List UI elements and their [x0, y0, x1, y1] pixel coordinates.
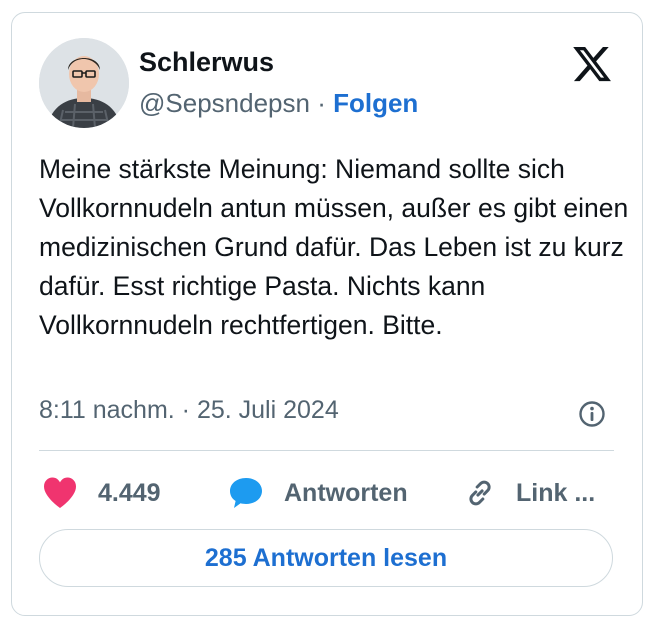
- copy-link-button[interactable]: Link ...: [462, 473, 595, 513]
- like-button[interactable]: 4.449: [42, 473, 161, 513]
- avatar-image: [39, 38, 129, 128]
- handle-separator: ·: [309, 88, 334, 118]
- follow-link[interactable]: Folgen: [333, 88, 418, 118]
- link-icon: [469, 480, 491, 506]
- divider: [39, 450, 614, 451]
- x-logo-icon[interactable]: [571, 43, 613, 85]
- avatar[interactable]: [39, 38, 129, 128]
- reply-button[interactable]: Antworten: [228, 473, 408, 513]
- tweet-card: Schlerwus @Sepsndepsn · Folgen Meine stä…: [11, 12, 643, 616]
- reply-bubble-icon: [230, 478, 262, 508]
- reply-label: Antworten: [284, 478, 408, 507]
- author-name[interactable]: Schlerwus: [139, 47, 274, 78]
- tweet-text: Meine stärkste Meinung: Niemand sollte s…: [39, 154, 629, 340]
- author-handle[interactable]: @Sepsndepsn: [139, 88, 310, 118]
- author-handle-row: @Sepsndepsn · Folgen: [139, 88, 418, 119]
- info-icon[interactable]: [578, 400, 606, 428]
- like-count: 4.449: [98, 478, 161, 507]
- heart-icon: [44, 477, 76, 508]
- link-label: Link ...: [516, 478, 596, 507]
- read-replies-button[interactable]: 285 Antworten lesen: [39, 529, 613, 587]
- tweet-timestamp[interactable]: 8:11 nachm. · 25. Juli 2024: [39, 396, 339, 425]
